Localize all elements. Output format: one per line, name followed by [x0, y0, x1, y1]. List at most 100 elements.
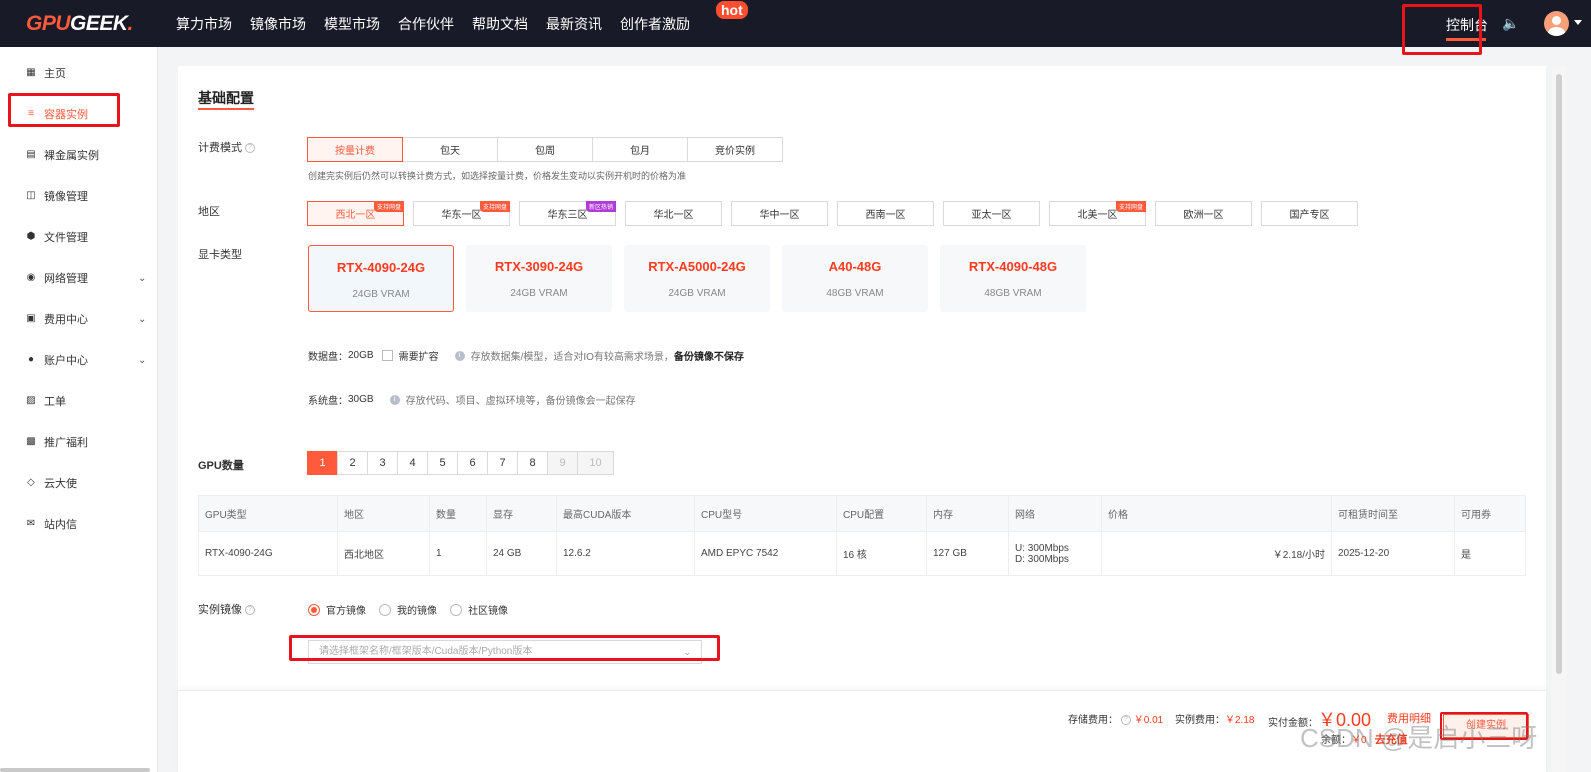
gpu-card[interactable]: RTX-4090-24G 24GB VRAM [308, 245, 454, 312]
region-option[interactable]: 华北一区 [625, 201, 722, 226]
table-header: 价格 [1101, 495, 1332, 532]
nav-item-creator-incentive[interactable]: 创作者激励hot [620, 0, 748, 34]
chevron-down-icon[interactable] [1574, 20, 1582, 25]
cell-cpu: AMD EPYC 7542 [694, 531, 837, 576]
table-header: 可租赁时间至 [1331, 495, 1455, 532]
table-header: 地区 [337, 495, 430, 532]
top-navbar: GPUGEEK. 算力市场 镜像市场 模型市场 合作伙伴 帮助文档 最新资讯 创… [0, 0, 1591, 47]
chevron-down-icon: ⌄ [138, 313, 147, 325]
server-icon: ▤ [26, 149, 36, 160]
sidebar-item-files[interactable]: ⬢ 文件管理 [26, 229, 88, 245]
cell-until: 2025-12-20 [1331, 531, 1455, 576]
info-icon: i [389, 394, 400, 405]
avatar[interactable] [1544, 11, 1569, 36]
sidebar-item-billing[interactable]: ▣ 费用中心 ⌄ [26, 311, 146, 327]
logo[interactable]: GPUGEEK. [26, 12, 176, 36]
billing-option-hourly[interactable]: 按量计费 [307, 137, 403, 162]
table-header: 显存 [486, 495, 557, 532]
cell-cpu-config: 16 核 [836, 531, 927, 576]
gpu-count-option[interactable]: 1 [307, 451, 338, 475]
gpu-count-option[interactable]: 6 [457, 451, 488, 475]
radio-community-image[interactable]: 社区镜像 [450, 602, 508, 617]
data-disk-row: 数据盘： 20GB 需要扩容 i 存放数据集/模型，适合对IO有较高需求场景， 备份镜… [308, 350, 744, 363]
table-header: 内存 [926, 495, 1009, 532]
spec-table: GPU类型 地区 数量 显存 最高CUDA版本 CPU型号 CPU配置 内存 网… [198, 495, 1526, 576]
region-option[interactable]: 北美一区 支持网盘 [1049, 201, 1146, 226]
system-disk-row: 系统盘： 30GB i 存放代码、项目、虚拟环境等，备份镜像会一起保存 [308, 394, 636, 407]
billing-label: 计费模式? [198, 139, 255, 155]
region-option[interactable]: 西南一区 [837, 201, 934, 226]
region-option[interactable]: 华中一区 [731, 201, 828, 226]
mail-icon: ✉ [26, 518, 36, 529]
gpu-card[interactable]: A40-48G 48GB VRAM [782, 245, 928, 312]
sidebar-item-ambassador[interactable]: ◇ 云大使 [26, 475, 77, 491]
gpu-card[interactable]: RTX-4090-48G 48GB VRAM [940, 245, 1086, 312]
region-option[interactable]: 欧洲一区 [1155, 201, 1252, 226]
sidebar-item-tickets[interactable]: ▨ 工单 [26, 393, 66, 409]
gpu-count-option[interactable]: 7 [487, 451, 518, 475]
region-option[interactable]: 华东一区 支持网盘 [413, 201, 510, 226]
radio-my-image[interactable]: 我的镜像 [379, 602, 437, 617]
region-option[interactable]: 亚太一区 [943, 201, 1040, 226]
gpu-count-option[interactable]: 3 [367, 451, 398, 475]
globe-icon: ◉ [26, 272, 36, 283]
billing-option-monthly[interactable]: 包月 [592, 137, 688, 162]
info-icon: i [454, 350, 465, 361]
speaker-icon[interactable]: 🔈 [1502, 15, 1519, 32]
section-title-underline [198, 108, 254, 110]
image-label: 实例镜像? [198, 601, 255, 617]
nav-item-partners[interactable]: 合作伙伴 [398, 14, 454, 34]
gpu-count-option[interactable]: 4 [397, 451, 428, 475]
image-source-radios: 官方镜像 我的镜像 社区镜像 [308, 602, 521, 617]
sidebar-item-network[interactable]: ◉ 网络管理 ⌄ [26, 270, 147, 286]
region-option[interactable]: 西北一区 支持网盘 [307, 201, 404, 226]
table-row: RTX-4090-24G 西北地区 1 24 GB 12.6.2 AMD EPY… [198, 531, 1526, 576]
gift-icon: ▩ [26, 436, 36, 447]
sidebar-item-promotion[interactable]: ▩ 推广福利 [26, 434, 88, 450]
radio-official-image[interactable]: 官方镜像 [308, 602, 366, 617]
highlight-box-image-select [289, 635, 720, 661]
clipboard-icon: ▨ [26, 395, 36, 406]
nav-item-news[interactable]: 最新资讯 [546, 14, 602, 34]
gpu-card[interactable]: RTX-3090-24G 24GB VRAM [466, 245, 612, 312]
nav-item-model-market[interactable]: 模型市场 [324, 14, 380, 34]
gpu-count-option[interactable]: 5 [427, 451, 458, 475]
table-header: 最高CUDA版本 [556, 495, 695, 532]
sidebar-item-messages[interactable]: ✉ 站内信 [26, 516, 77, 532]
expand-checkbox[interactable] [381, 350, 393, 361]
billing-option-weekly[interactable]: 包周 [497, 137, 593, 162]
region-option[interactable]: 国产专区 [1261, 201, 1358, 226]
user-icon: ● [27, 354, 35, 365]
sidebar-item-bare-metal[interactable]: ▤ 裸金属实例 [26, 147, 99, 163]
table-header: CPU配置 [836, 495, 927, 532]
radio-button[interactable] [308, 603, 320, 616]
nav-item-compute-market[interactable]: 算力市场 [176, 14, 232, 34]
sidebar-item-account[interactable]: ● 账户中心 ⌄ [26, 352, 146, 368]
sidebar-scrollbar[interactable] [0, 768, 150, 772]
radio-button[interactable] [379, 603, 391, 616]
main-scrollbar[interactable] [1552, 66, 1566, 772]
hot-badge: hot [716, 0, 748, 19]
gpu-count-option[interactable]: 2 [337, 451, 368, 475]
help-icon[interactable]: ? [245, 605, 255, 616]
nav-item-image-market[interactable]: 镜像市场 [250, 14, 306, 34]
sidebar-item-images[interactable]: ◫ 镜像管理 [26, 188, 88, 204]
radio-button[interactable] [450, 603, 462, 616]
gpu-count-selector: 1 2 3 4 5 6 7 8 9 10 [307, 451, 614, 475]
billing-option-spot[interactable]: 竞价实例 [687, 137, 783, 162]
gpu-count-option: 9 [547, 451, 578, 475]
scrollbar-thumb[interactable] [1556, 74, 1562, 674]
gpu-card[interactable]: RTX-A5000-24G 24GB VRAM [624, 245, 770, 312]
region-option[interactable]: 华东三区 新区热销 [519, 201, 616, 226]
main-nav: 算力市场 镜像市场 模型市场 合作伙伴 帮助文档 最新资讯 创作者激励hot [176, 0, 758, 47]
sidebar-item-home[interactable]: ▦ 主页 [26, 65, 66, 81]
watermark: CSDN @是启小三呀 [1300, 723, 1538, 753]
gpu-count-option[interactable]: 8 [517, 451, 548, 475]
billing-option-daily[interactable]: 包天 [402, 137, 498, 162]
region-selector: 西北一区 支持网盘 华东一区 支持网盘 华东三区 新区热销 华北一区 华中一区 西南一… [307, 201, 1358, 226]
help-icon[interactable]: ? [245, 143, 255, 154]
gpu-type-label: 显卡类型 [198, 249, 242, 261]
help-icon[interactable]: ? [1121, 715, 1131, 726]
nav-item-docs[interactable]: 帮助文档 [472, 14, 528, 34]
highlight-box-console [1402, 4, 1482, 55]
